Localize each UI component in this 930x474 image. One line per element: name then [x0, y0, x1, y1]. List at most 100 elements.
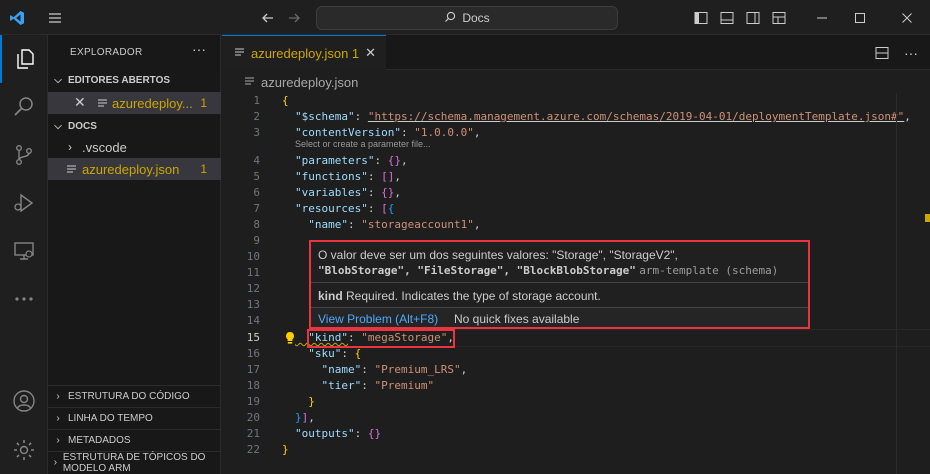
code-token: :: [361, 363, 375, 376]
search-icon[interactable]: [0, 83, 48, 131]
minimize-icon[interactable]: [800, 0, 844, 35]
line-number: 12: [246, 282, 260, 295]
line-number: 22: [246, 443, 260, 456]
code-line: "contentVersion": "1.0.0.0",: [295, 125, 480, 141]
line-number: 16: [246, 347, 260, 360]
line-number: 1: [253, 94, 260, 107]
explorer-title: EXPLORADOR: [70, 47, 143, 58]
account-icon[interactable]: [0, 377, 48, 425]
json-file-icon: [244, 75, 255, 90]
code-token: "variables": [295, 186, 368, 199]
code-line: }],: [295, 410, 315, 426]
code-token: :: [367, 202, 382, 215]
json-file-icon: [66, 163, 77, 178]
tab-azuredeploy[interactable]: azuredeploy.json 1 ✕: [222, 35, 386, 70]
code-token: "https://schema.management.azure.com/sch…: [367, 110, 905, 123]
line-number: 13: [246, 298, 260, 311]
doc-text: Required. Indicates the type of storage …: [346, 289, 601, 303]
source-control-icon[interactable]: [0, 131, 48, 179]
code-token: [: [381, 202, 388, 215]
breadcrumb-file[interactable]: azuredeploy.json: [261, 75, 358, 90]
line-number: 14: [246, 314, 260, 327]
close-editor-icon[interactable]: ✕: [74, 94, 86, 111]
line-number: 9: [253, 234, 260, 247]
line-number: 15: [246, 331, 260, 344]
open-editor-item[interactable]: ✕ azuredeploy... 1: [48, 92, 221, 114]
code-token: "1.0.0.0": [414, 126, 474, 139]
toggle-panel-icon[interactable]: [716, 0, 738, 35]
section-title: METADADOS: [68, 435, 131, 446]
code-token: ,: [460, 363, 468, 376]
more-actions-icon[interactable]: ···: [900, 35, 922, 70]
explorer-icon[interactable]: [0, 35, 48, 83]
code-token: ,: [400, 154, 408, 167]
more-actions-icon[interactable]: ···: [192, 41, 206, 57]
code-token: "parameters": [295, 154, 375, 167]
code-token: "name": [295, 218, 348, 231]
open-editor-label: azuredeploy...: [112, 95, 193, 111]
close-tab-icon[interactable]: ✕: [365, 45, 376, 61]
code-token: {}: [367, 427, 382, 440]
outline-section[interactable]: › ESTRUTURA DO CÓDIGO: [48, 385, 221, 407]
forward-arrow-icon[interactable]: [282, 0, 306, 35]
back-arrow-icon[interactable]: [256, 0, 280, 35]
code-line: "variables": {},: [295, 185, 401, 201]
folder-title: DOCS: [68, 120, 97, 132]
customize-layout-icon[interactable]: [768, 0, 790, 35]
folder-item-azuredeploy[interactable]: azuredeploy.json 1: [48, 158, 221, 180]
chevron-right-icon: ›: [68, 140, 72, 154]
view-problem-link[interactable]: View Problem (Alt+F8): [318, 312, 438, 326]
menu-icon[interactable]: [42, 0, 68, 35]
line-number: 19: [246, 395, 260, 408]
code-token: "resources": [295, 202, 368, 215]
more-icon[interactable]: [0, 275, 48, 323]
search-icon: [444, 11, 456, 26]
code-token: :: [400, 126, 415, 139]
run-debug-icon[interactable]: [0, 179, 48, 227]
settings-gear-icon[interactable]: [0, 426, 48, 474]
hover-message-part1: O valor deve ser um dos seguintes valore…: [318, 248, 678, 262]
line-number: 2: [253, 110, 260, 123]
line-number: 10: [246, 250, 260, 263]
remote-explorer-icon[interactable]: [0, 227, 48, 275]
code-token: "name": [295, 363, 362, 376]
hover-message-part2: "BlobStorage", "FileStorage", "BlockBlob…: [318, 264, 636, 277]
section-title: ESTRUTURA DO CÓDIGO: [68, 391, 190, 402]
timeline-section[interactable]: › LINHA DO TEMPO: [48, 407, 221, 429]
docs-folder-section[interactable]: ⌵ DOCS: [48, 115, 221, 137]
maximize-icon[interactable]: [840, 0, 880, 35]
no-quick-fixes-text: No quick fixes available: [454, 312, 580, 326]
code-token: {: [354, 347, 362, 360]
section-title: ESTRUTURA DE TÓPICOS DO MODELO ARM: [62, 451, 206, 474]
vscode-logo-icon: [0, 0, 34, 35]
metadata-section[interactable]: › METADADOS: [48, 429, 221, 451]
code-line: }: [282, 442, 289, 458]
code-token: ,: [473, 218, 481, 231]
section-title: LINHA DO TEMPO: [68, 413, 153, 424]
split-editor-icon[interactable]: [872, 35, 892, 70]
toggle-secondary-sidebar-icon[interactable]: [742, 0, 764, 35]
open-editors-section[interactable]: ⌵ EDITORES ABERTOS: [48, 69, 221, 91]
code-line: "functions": [],: [295, 169, 401, 185]
breadcrumb[interactable]: azuredeploy.json: [222, 71, 930, 93]
code-token: :: [367, 186, 382, 199]
code-line: "name": "Premium_LRS",: [295, 362, 467, 378]
code-token: {}: [381, 186, 395, 199]
arm-outline-section[interactable]: › ESTRUTURA DE TÓPICOS DO MODELO ARM: [48, 451, 221, 474]
doc-key: kind: [318, 289, 343, 303]
code-line: "parameters": {},: [295, 153, 408, 169]
folder-item-vscode[interactable]: › .vscode: [48, 136, 221, 158]
toggle-sidebar-icon[interactable]: [690, 0, 712, 35]
code-token: []: [381, 170, 395, 183]
line-number: 11: [246, 266, 260, 279]
code-token: :: [361, 379, 375, 392]
code-token: "functions": [295, 170, 368, 183]
close-icon[interactable]: [884, 0, 930, 35]
line-number: 6: [253, 186, 260, 199]
editor-scrollbar[interactable]: [896, 93, 930, 474]
code-line: "name": "storageaccount1",: [295, 217, 480, 233]
code-token: "Premium": [374, 379, 435, 392]
command-center-search[interactable]: Docs: [316, 6, 618, 30]
title-bar: Docs: [0, 0, 930, 35]
line-number: 5: [253, 170, 260, 183]
